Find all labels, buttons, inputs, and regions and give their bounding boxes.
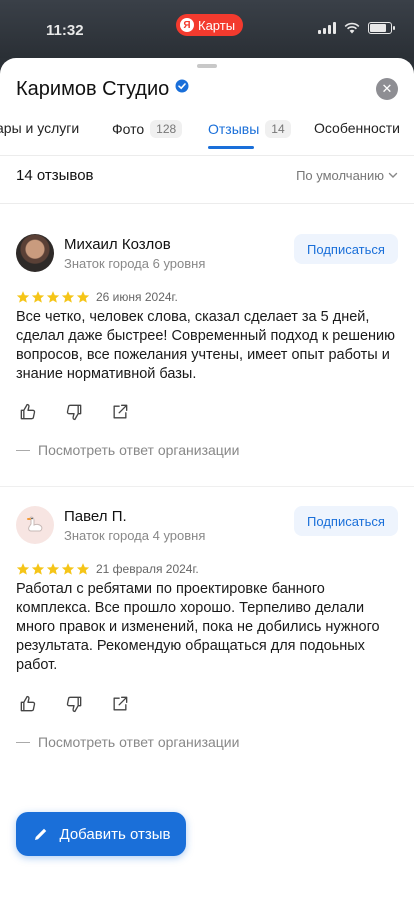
yandex-logo-icon: Я [180,18,194,32]
close-icon: ✕ [381,81,393,96]
sort-dropdown[interactable]: По умолчанию [296,168,384,183]
signal-icon [318,22,336,34]
add-review-label: Добавить отзыв [59,825,171,843]
star-icon [76,291,90,303]
star-icon [61,563,75,575]
status-time: 11:32 [46,22,84,39]
tab-label: ары и услуги [0,120,80,136]
divider [0,203,414,204]
reviews-count: 14 отзывов [16,167,94,184]
active-tab-indicator [208,146,254,149]
star-icon [46,563,60,575]
star-icon [76,563,90,575]
avatar[interactable] [16,234,54,272]
review-actions [18,402,130,422]
tab-goods-services[interactable]: ары и услуги [0,120,79,136]
thumbs-down-icon[interactable] [64,694,84,714]
share-icon[interactable] [110,694,130,714]
close-button[interactable]: ✕ [376,78,398,100]
header: Каримов Студио [16,78,189,101]
chevron-down-icon[interactable] [388,170,398,180]
star-icon [46,291,60,303]
battery-icon [368,22,395,34]
dash-divider [16,449,30,451]
review-actions [18,694,130,714]
app-badge-label: Карты [198,17,236,33]
reviewer-level: Знаток города 4 уровня [64,528,206,543]
star-icon [16,291,30,303]
org-reply-label: Посмотреть ответ организации [38,442,240,458]
thumbs-down-icon[interactable] [64,402,84,422]
org-reply-label: Посмотреть ответ организации [38,734,240,750]
tab-bar: ары и услуги Фото 128 Отзывы 14 Особенно… [0,116,414,156]
thumbs-up-icon[interactable] [18,402,38,422]
pencil-icon [34,828,46,840]
review-text: Все четко, человек слова, сказал сделает… [16,309,396,382]
star-icon [31,563,45,575]
organization-sheet: Каримов Студио ✕ ары и услуги Фото 128 О… [0,58,414,900]
tab-count: 14 [265,120,291,138]
status-bar: 11:32 Я Карты [0,0,414,58]
reviewer-level: Знаток города 6 уровня [64,256,206,271]
divider [0,486,414,487]
tab-features[interactable]: Особенности [314,120,400,136]
goose-icon [27,516,43,532]
star-icon [61,291,75,303]
reviewer-name[interactable]: Павел П. [64,508,127,525]
sheet-grabber[interactable] [197,64,217,68]
review-date: 26 июня 2024г. [96,290,178,304]
share-icon[interactable] [110,402,130,422]
wifi-icon [344,22,360,34]
star-icon [16,563,30,575]
view-org-reply-link[interactable]: Посмотреть ответ организации [16,442,239,458]
add-review-button[interactable]: Добавить отзыв [16,812,186,856]
reviewer-name[interactable]: Михаил Козлов [64,236,171,253]
subscribe-button[interactable]: Подписаться [294,234,398,264]
subscribe-button[interactable]: Подписаться [294,506,398,536]
dash-divider [16,741,30,743]
verified-icon [175,79,189,92]
tab-label: Фото [112,121,145,137]
status-icons [318,22,395,34]
view-org-reply-link[interactable]: Посмотреть ответ организации [16,734,239,750]
review-text: Работал с ребятами по проектировке банно… [16,581,380,673]
rating-stars [16,290,90,304]
tab-label: Отзывы [208,121,260,137]
tab-count: 128 [150,120,183,138]
back-to-maps-badge[interactable]: Я Карты [176,14,244,36]
tab-reviews[interactable]: Отзывы 14 [208,120,291,149]
avatar[interactable] [16,506,54,544]
page-title: Каримов Студио [16,78,170,100]
tab-label: Особенности [314,120,400,136]
rating-stars [16,562,90,576]
star-icon [31,291,45,303]
review-date: 21 февраля 2024г. [96,562,199,576]
thumbs-up-icon[interactable] [18,694,38,714]
tab-photos[interactable]: Фото 128 [112,120,183,138]
